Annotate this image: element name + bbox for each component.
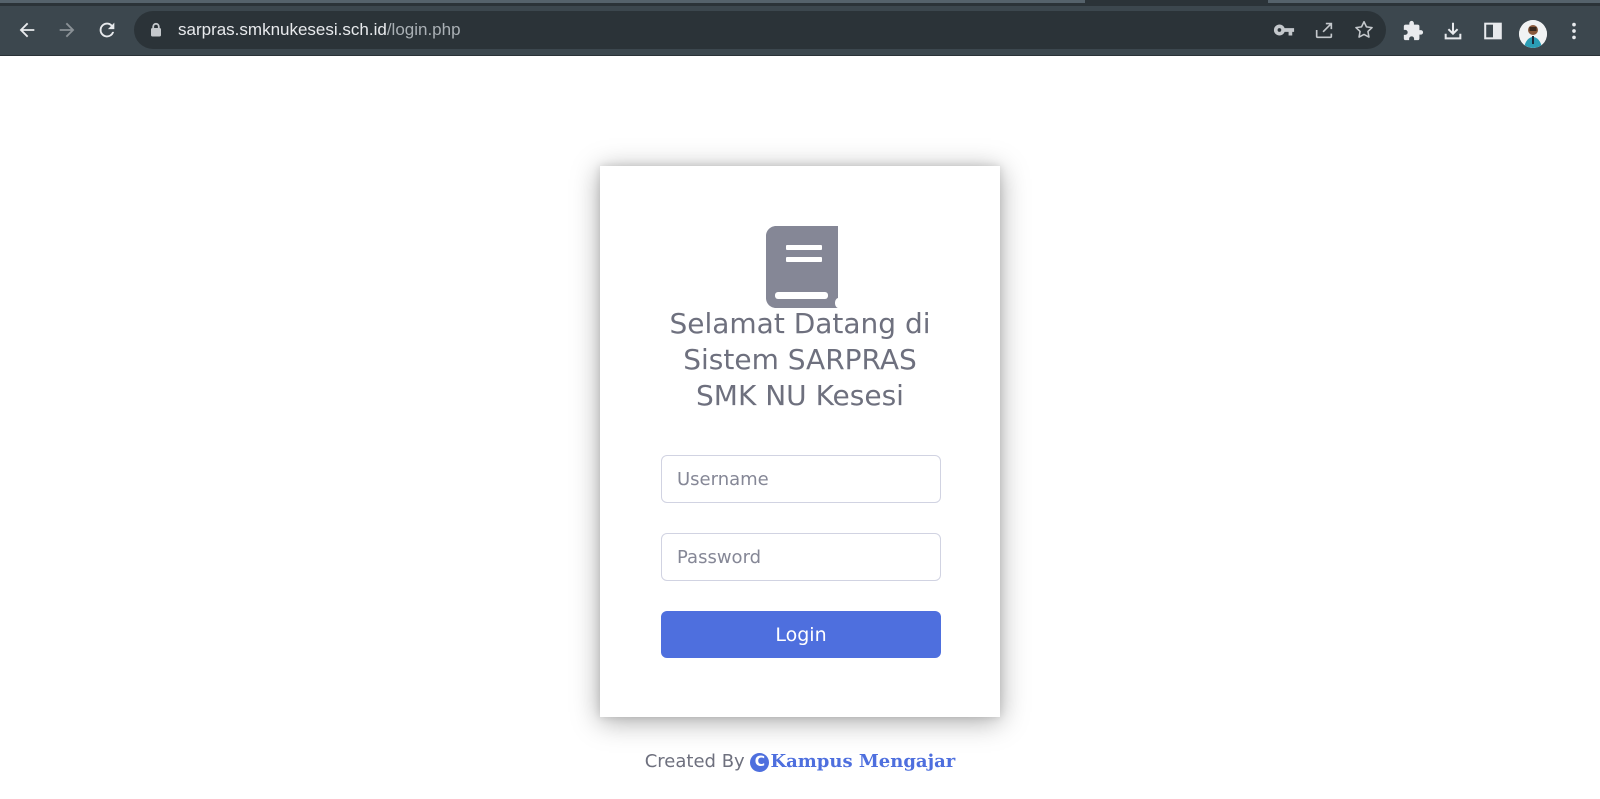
footer-credit: Created By C Kampus Mengajar [0,748,1600,776]
side-panel-icon[interactable] [1479,17,1507,45]
forward-arrow-icon [59,22,75,38]
back-arrow-icon [19,22,35,38]
brand-name: Kampus Mengajar [770,751,956,772]
reload-button[interactable] [90,13,124,47]
browser-toolbar: sarpras.smknukesesi.sch.id/login.php [0,6,1600,56]
password-input[interactable] [661,533,941,581]
star-icon[interactable] [1352,18,1376,42]
extensions-icon[interactable] [1399,17,1427,45]
book-icon [766,226,838,308]
brand-logo-icon: C [750,753,770,772]
active-tab-indicator [0,0,1085,3]
url-domain: sarpras.smknukesesi.sch.id [178,20,387,39]
login-button[interactable]: Login [661,611,941,658]
key-icon[interactable] [1272,18,1296,42]
welcome-heading: Selamat Datang di Sistem SARPRAS SMK NU … [620,306,980,414]
kampus-mengajar-link[interactable]: C Kampus Mengajar [750,751,955,772]
more-menu-icon[interactable] [1560,17,1588,45]
url-path: /login.php [386,20,461,39]
welcome-line-1: Selamat Datang di [669,307,931,340]
welcome-line-2: Sistem SARPRAS [683,343,917,376]
forward-button[interactable] [50,13,84,47]
login-card: Selamat Datang di Sistem SARPRAS SMK NU … [600,166,1000,717]
address-bar[interactable]: sarpras.smknukesesi.sch.id/login.php [134,11,1386,49]
username-input[interactable] [661,455,941,503]
lock-icon [150,22,162,42]
welcome-line-3: SMK NU Kesesi [696,379,904,412]
url-text: sarpras.smknukesesi.sch.id/login.php [178,11,461,49]
download-icon[interactable] [1439,17,1467,45]
back-button[interactable] [10,13,44,47]
share-icon[interactable] [1312,18,1336,42]
tab-indicator [1268,0,1600,3]
profile-avatar[interactable] [1519,20,1547,48]
reload-icon [99,22,115,38]
created-by-text: Created By [644,751,745,772]
